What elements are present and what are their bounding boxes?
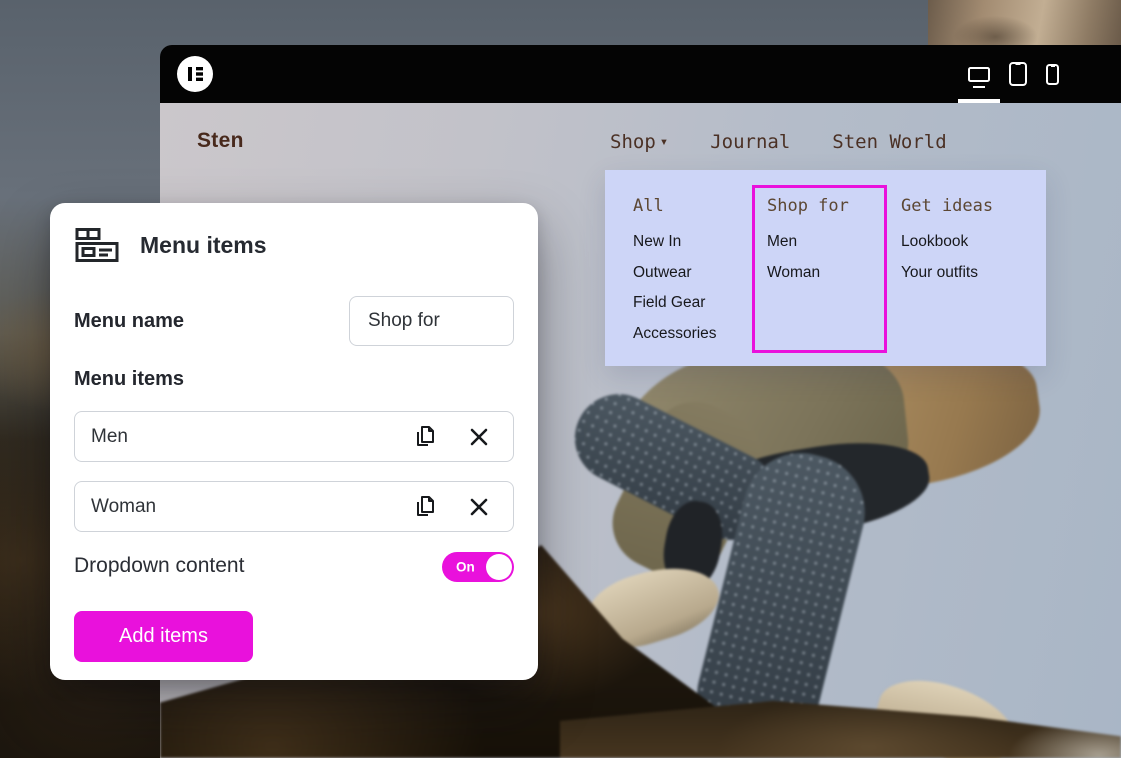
- nav-item-shop[interactable]: Shop▾: [610, 131, 668, 153]
- megamenu-item[interactable]: New In: [633, 227, 717, 258]
- site-logo[interactable]: Sten: [197, 129, 244, 153]
- copy-icon: [414, 425, 436, 448]
- menu-item-input[interactable]: [91, 426, 383, 448]
- megamenu-column-all: All New In Outwear Field Gear Accessorie…: [633, 196, 717, 349]
- megamenu-item[interactable]: Woman: [767, 258, 849, 289]
- dropdown-content-label: Dropdown content: [74, 554, 244, 578]
- megamenu-item[interactable]: Accessories: [633, 319, 717, 350]
- device-tablet-button[interactable]: [1009, 61, 1027, 87]
- megamenu-item[interactable]: Outwear: [633, 258, 717, 289]
- editor-topbar: [160, 45, 1121, 103]
- caret-down-icon: ▾: [660, 134, 668, 150]
- megamenu-item[interactable]: Field Gear: [633, 288, 717, 319]
- megamenu-column-shop-for: Shop for Men Woman: [767, 196, 849, 288]
- desktop-icon: [968, 67, 990, 82]
- toggle-on-label: On: [456, 560, 475, 575]
- megamenu-item[interactable]: Men: [767, 227, 849, 258]
- remove-item-button[interactable]: [467, 425, 491, 449]
- menu-name-label: Menu name: [74, 310, 184, 333]
- panel-header: Menu items: [74, 227, 267, 263]
- megamenu-header[interactable]: Shop for: [767, 196, 849, 216]
- megamenu-header[interactable]: All: [633, 196, 717, 216]
- close-icon: [469, 497, 489, 517]
- copy-icon: [414, 495, 436, 518]
- screenshot-root: Sten Shop▾ Journal Sten World All New In…: [0, 0, 1121, 758]
- remove-item-button[interactable]: [467, 495, 491, 519]
- tablet-icon: [1009, 62, 1027, 86]
- megamenu-item[interactable]: Your outfits: [901, 258, 993, 289]
- menu-items-label: Menu items: [74, 368, 184, 391]
- mega-menu-dropdown: All New In Outwear Field Gear Accessorie…: [605, 170, 1046, 366]
- megamenu-header[interactable]: Get ideas: [901, 196, 993, 216]
- duplicate-item-button[interactable]: [413, 495, 437, 519]
- menu-item-row: [74, 481, 514, 532]
- background-rock-corner: [928, 0, 1121, 46]
- toggle-knob: [486, 554, 512, 580]
- mega-menu-widget-icon: [74, 227, 120, 263]
- duplicate-item-button[interactable]: [413, 425, 437, 449]
- close-icon: [469, 427, 489, 447]
- dropdown-content-toggle[interactable]: On: [442, 552, 514, 582]
- device-desktop-button[interactable]: [968, 61, 990, 87]
- menu-item-row: [74, 411, 514, 462]
- nav-shop-label: Shop: [610, 131, 656, 153]
- menu-item-input[interactable]: [91, 496, 383, 518]
- menu-name-input[interactable]: [349, 296, 514, 346]
- panel-title: Menu items: [140, 232, 267, 259]
- menu-items-panel: Menu items Menu name Menu items: [50, 203, 538, 680]
- megamenu-item[interactable]: Lookbook: [901, 227, 993, 258]
- nav-item-sten-world[interactable]: Sten World: [832, 131, 946, 153]
- elementor-glyph: [177, 56, 213, 92]
- add-items-button[interactable]: Add items: [74, 611, 253, 662]
- site-header: Sten Shop▾ Journal Sten World: [160, 103, 1121, 173]
- device-switcher: [968, 45, 1059, 103]
- mobile-icon: [1046, 64, 1059, 85]
- megamenu-column-get-ideas: Get ideas Lookbook Your outfits: [901, 196, 993, 288]
- nav-item-journal[interactable]: Journal: [710, 131, 790, 153]
- site-nav: Shop▾ Journal Sten World: [610, 131, 947, 153]
- device-mobile-button[interactable]: [1046, 61, 1059, 87]
- elementor-logo-icon[interactable]: [177, 56, 213, 92]
